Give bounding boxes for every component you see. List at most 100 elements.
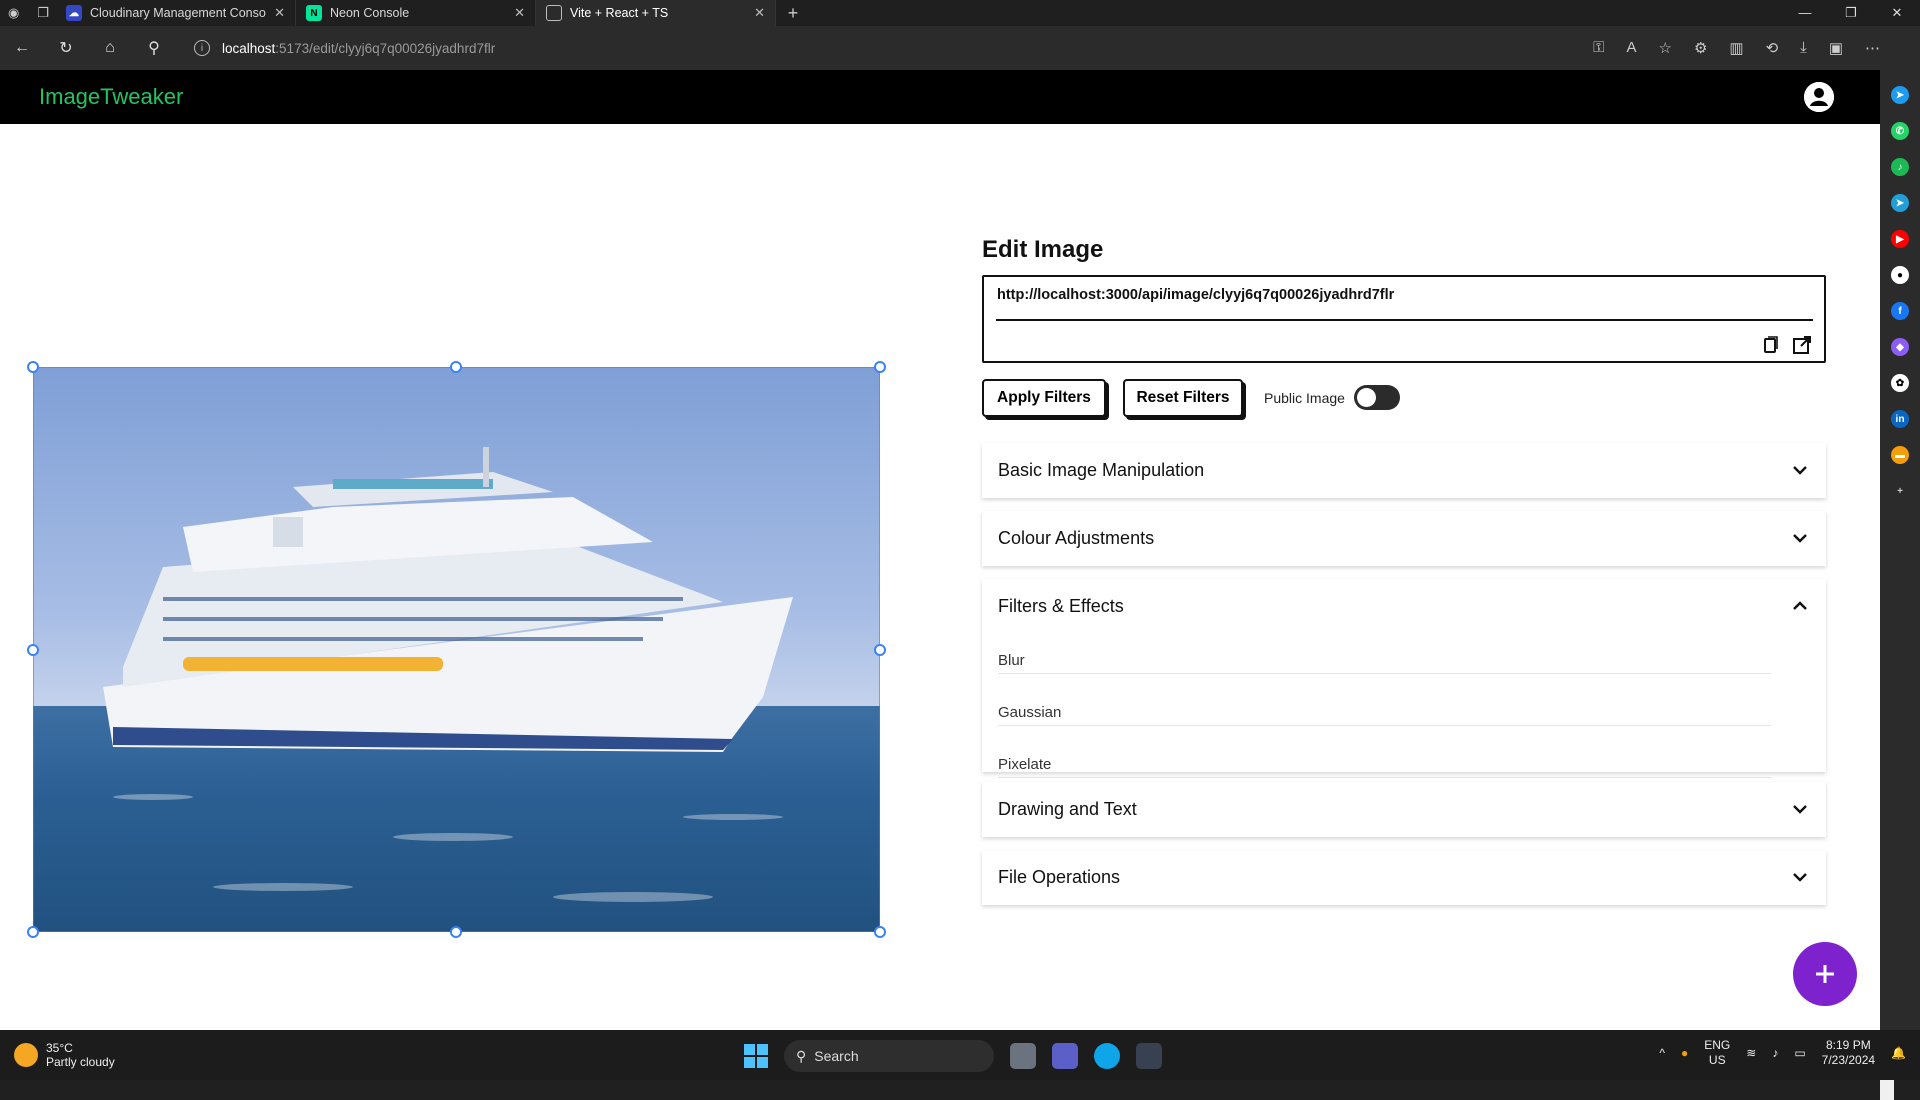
extensions-icon[interactable]: ⚙ xyxy=(1694,39,1707,57)
resize-handle-bottom[interactable] xyxy=(450,926,462,938)
linkedin-icon[interactable]: in xyxy=(1891,410,1909,428)
notifications-icon[interactable]: 🔔 xyxy=(1891,1046,1906,1060)
app-icon[interactable]: ◆ xyxy=(1891,338,1909,356)
add-fab-button[interactable] xyxy=(1793,942,1857,1006)
resize-handle-right[interactable] xyxy=(874,644,886,656)
address-bar: ← ↻ ⌂ ⚲ i localhost:5173/edit/clyyj6q7q0… xyxy=(0,26,1920,70)
close-icon[interactable]: ✕ xyxy=(274,5,285,21)
workspaces-icon[interactable]: ❐ xyxy=(37,5,49,21)
more-icon[interactable]: ⋯ xyxy=(1865,39,1880,57)
youtube-icon[interactable]: ▶ xyxy=(1891,230,1909,248)
favorite-star-icon[interactable]: ☆ xyxy=(1659,39,1672,57)
close-window-icon[interactable]: ✕ xyxy=(1874,5,1920,21)
public-image-toggle[interactable] xyxy=(1354,385,1400,410)
battery-icon[interactable]: ▭ xyxy=(1794,1046,1805,1060)
accordion-title[interactable]: Basic Image Manipulation xyxy=(982,443,1826,498)
add-sidebar-app-icon[interactable]: + xyxy=(1891,482,1909,500)
whatsapp-icon[interactable]: ✆ xyxy=(1891,122,1909,140)
resize-handle-bottom-right[interactable] xyxy=(874,926,886,938)
screenshot-icon[interactable]: ▣ xyxy=(1829,39,1843,57)
search-icon[interactable]: ⚲ xyxy=(132,38,176,58)
accordion-title[interactable]: Filters & Effects xyxy=(982,579,1826,634)
user-avatar-icon[interactable] xyxy=(1804,82,1834,112)
refresh-icon[interactable]: ↻ xyxy=(44,38,88,58)
open-external-icon[interactable] xyxy=(1792,335,1812,355)
app-window: ImageTweaker Edit Image http://localhost… xyxy=(0,70,1894,1100)
image-canvas[interactable] xyxy=(0,124,940,1030)
accordion-basic-image-manipulation[interactable]: Basic Image Manipulation xyxy=(982,443,1826,498)
taskbar-search[interactable]: ⚲ Search xyxy=(784,1040,994,1072)
back-icon[interactable]: ← xyxy=(0,39,44,57)
chevron-down-icon[interactable] xyxy=(1790,460,1810,480)
close-icon[interactable]: ✕ xyxy=(514,5,525,21)
chevron-down-icon[interactable] xyxy=(1790,528,1810,548)
edit-panel: Edit Image http://localhost:3000/api/ima… xyxy=(960,124,1860,1030)
profile-icon[interactable]: ◉ xyxy=(8,5,19,21)
volume-icon[interactable]: ♪ xyxy=(1772,1046,1778,1060)
home-icon[interactable]: ⌂ xyxy=(88,39,132,57)
read-aloud-icon[interactable]: A xyxy=(1626,39,1636,57)
lang-region: US xyxy=(1708,1053,1726,1067)
telegram-web-icon[interactable]: ➤ xyxy=(1891,194,1909,212)
spotify-icon[interactable]: ♪ xyxy=(1891,158,1909,176)
filter-option-label: Pixelate xyxy=(998,755,1052,773)
teams-icon[interactable] xyxy=(1052,1043,1078,1069)
new-tab-button[interactable]: + xyxy=(776,3,810,24)
system-tray: ^ ● ENG US ≋ ♪ ▭ 8:19 PM 7/23/2024 🔔 xyxy=(1659,1038,1906,1068)
lang-code: ENG xyxy=(1704,1038,1731,1052)
accordion-filters-effects[interactable]: Filters & Effects Blur Gaussian Pixelate xyxy=(982,579,1826,778)
language-indicator[interactable]: ENG US xyxy=(1704,1038,1730,1068)
resize-handle-top-left[interactable] xyxy=(27,361,39,373)
brand-logo[interactable]: ImageTweaker xyxy=(39,84,183,110)
close-icon[interactable]: ✕ xyxy=(754,5,765,21)
apply-filters-button[interactable]: Apply Filters xyxy=(982,379,1106,417)
accordion-drawing-and-text[interactable]: Drawing and Text xyxy=(982,782,1826,837)
resize-handle-left[interactable] xyxy=(27,644,39,656)
tab-title: Neon Console xyxy=(330,6,410,20)
minimize-icon[interactable]: — xyxy=(1782,5,1828,21)
accordion-title[interactable]: Colour Adjustments xyxy=(982,511,1826,566)
chevron-down-icon[interactable] xyxy=(1790,867,1810,887)
chevron-up-icon[interactable]: ^ xyxy=(1659,1046,1665,1060)
clock[interactable]: 8:19 PM 7/23/2024 xyxy=(1822,1038,1875,1068)
split-screen-icon[interactable]: ▥ xyxy=(1729,39,1743,57)
chevron-up-icon[interactable] xyxy=(1790,596,1810,616)
terminal-icon[interactable] xyxy=(1136,1043,1162,1069)
github-icon[interactable]: ● xyxy=(1891,266,1909,284)
info-icon[interactable]: i xyxy=(194,40,210,56)
reset-filters-button[interactable]: Reset Filters xyxy=(1123,379,1243,417)
file-explorer-icon[interactable] xyxy=(1010,1043,1036,1069)
resize-handle-top[interactable] xyxy=(450,361,462,373)
tab-neon[interactable]: N Neon Console ✕ xyxy=(296,0,536,26)
copy-icon[interactable] xyxy=(1760,335,1780,355)
accordion-file-operations[interactable]: File Operations xyxy=(982,850,1826,905)
accordion-colour-adjustments[interactable]: Colour Adjustments xyxy=(982,511,1826,566)
accordion-title[interactable]: File Operations xyxy=(982,850,1826,905)
telegram-icon[interactable]: ➤ xyxy=(1891,86,1909,104)
image-url-field[interactable]: http://localhost:3000/api/image/clyyj6q7… xyxy=(982,275,1826,363)
accordion-title[interactable]: Drawing and Text xyxy=(982,782,1826,837)
cloudinary-icon: ☁ xyxy=(66,5,82,21)
history-icon[interactable]: ⟲ xyxy=(1766,39,1779,57)
key-icon[interactable]: ⚿ xyxy=(1593,39,1604,57)
restore-icon[interactable]: ❐ xyxy=(1828,5,1874,21)
image-url-text[interactable]: http://localhost:3000/api/image/clyyj6q7… xyxy=(997,287,1394,303)
microphone-icon[interactable]: ● xyxy=(1681,1046,1688,1060)
filter-option-blur[interactable]: Blur xyxy=(982,634,1826,686)
resize-handle-bottom-left[interactable] xyxy=(27,926,39,938)
url-field[interactable]: i localhost:5173/edit/clyyj6q7q00026jyad… xyxy=(182,33,1502,63)
resize-handle-top-right[interactable] xyxy=(874,361,886,373)
wifi-icon[interactable]: ≋ xyxy=(1746,1046,1756,1060)
chevron-down-icon[interactable] xyxy=(1790,799,1810,819)
download-icon[interactable]: ⤓ xyxy=(1800,39,1807,57)
chatgpt-icon[interactable]: ✿ xyxy=(1891,374,1909,392)
tab-vite[interactable]: Vite + React + TS ✕ xyxy=(536,0,776,26)
edge-icon[interactable] xyxy=(1094,1043,1120,1069)
facebook-icon[interactable]: f xyxy=(1891,302,1909,320)
browser-profile-area[interactable]: ◉ ❐ xyxy=(0,0,56,26)
bookmark-app-icon[interactable]: ▬ xyxy=(1891,446,1909,464)
weather-widget[interactable]: 35°C Partly cloudy xyxy=(0,1041,115,1069)
tab-cloudinary[interactable]: ☁ Cloudinary Management Console ✕ xyxy=(56,0,296,26)
filter-option-gaussian[interactable]: Gaussian xyxy=(982,686,1826,738)
windows-start-icon[interactable] xyxy=(744,1044,768,1068)
